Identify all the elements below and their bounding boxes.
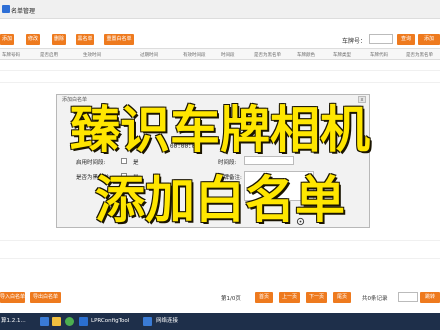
column-header[interactable]: 时间段 bbox=[221, 52, 235, 58]
add-button-right[interactable]: 添加 bbox=[418, 34, 440, 45]
page-info: 第1/0页 bbox=[221, 296, 241, 302]
lprconfig-icon[interactable] bbox=[79, 317, 88, 326]
column-header[interactable]: 生效时间 bbox=[83, 52, 101, 58]
taskbar-item-app1[interactable]: 算1.2.1... bbox=[1, 316, 26, 327]
browser-icon[interactable] bbox=[65, 317, 74, 326]
add-button[interactable]: 添加 bbox=[0, 34, 14, 45]
column-header[interactable]: 过期时间 bbox=[140, 52, 158, 58]
column-header[interactable]: 是否启用 bbox=[40, 52, 58, 58]
plate-input[interactable] bbox=[369, 34, 393, 44]
column-header[interactable]: 车牌类型 bbox=[333, 52, 351, 58]
row-divider bbox=[0, 82, 440, 83]
column-header[interactable]: 有效时间段 bbox=[183, 52, 206, 58]
overlay-title-line2: 添加白名单 bbox=[95, 171, 345, 229]
last-page-button[interactable]: 尾页 bbox=[333, 292, 351, 303]
column-header[interactable]: 车牌代码 bbox=[370, 52, 388, 58]
row-divider bbox=[0, 258, 440, 259]
plate-label: 车牌号： bbox=[342, 38, 367, 45]
title-bar bbox=[0, 0, 440, 19]
export-whitelist-button[interactable]: 导出白名单 bbox=[30, 292, 61, 303]
edit-button[interactable]: 修改 bbox=[26, 34, 40, 45]
first-page-button[interactable]: 首页 bbox=[255, 292, 273, 303]
window-title: 名单管理 bbox=[11, 8, 36, 15]
column-header[interactable]: 是否为黑名单 bbox=[406, 52, 433, 58]
network-icon[interactable] bbox=[143, 317, 152, 326]
reset-whitelist-button[interactable]: 重置白名单 bbox=[104, 34, 134, 45]
page-number-input[interactable] bbox=[398, 292, 418, 302]
row-divider bbox=[0, 240, 440, 241]
app-icon bbox=[2, 5, 10, 13]
blacklist-button[interactable]: 黑名单 bbox=[76, 34, 94, 45]
column-header[interactable]: 车牌号码 bbox=[2, 52, 20, 58]
next-page-button[interactable]: 下一页 bbox=[306, 292, 327, 303]
explorer-icon[interactable] bbox=[52, 317, 61, 326]
query-button[interactable]: 查询 bbox=[397, 34, 415, 45]
goto-page-button[interactable]: 跳转 bbox=[420, 292, 440, 303]
folder-icon[interactable] bbox=[40, 317, 49, 326]
record-count: 共0条记录 bbox=[362, 296, 388, 302]
taskbar-item-network[interactable]: 网络连接 bbox=[156, 316, 178, 327]
column-header[interactable]: 车牌颜色 bbox=[297, 52, 315, 58]
overlay-title-line1: 臻识车牌相机 bbox=[70, 101, 370, 159]
delete-button[interactable]: 删除 bbox=[52, 34, 66, 45]
taskbar-item-lprconfigtool[interactable]: LPRConfigTool bbox=[91, 316, 129, 327]
import-whitelist-button[interactable]: 导入白名单 bbox=[0, 292, 25, 303]
column-header[interactable]: 是否为黑名单 bbox=[254, 52, 281, 58]
prev-page-button[interactable]: 上一页 bbox=[279, 292, 300, 303]
row-divider bbox=[0, 70, 440, 71]
